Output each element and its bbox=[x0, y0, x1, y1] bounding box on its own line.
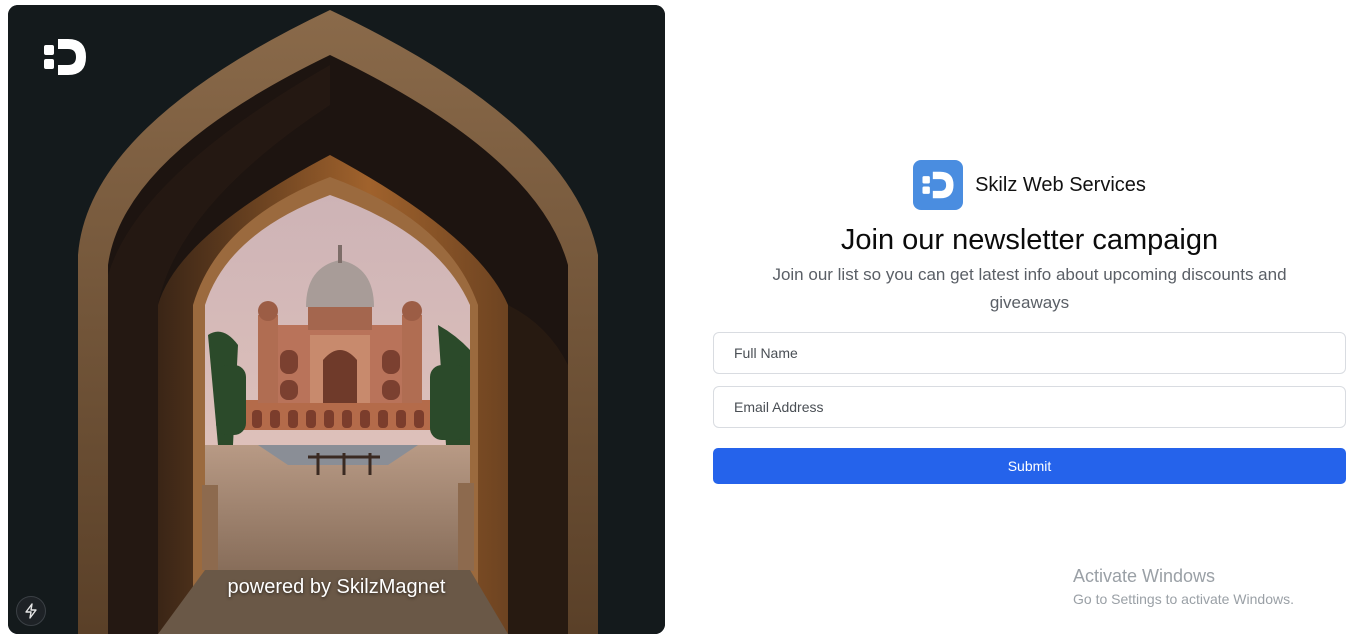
full-name-field[interactable] bbox=[713, 332, 1346, 374]
brand-logo-icon bbox=[913, 160, 964, 210]
submit-button[interactable]: Submit bbox=[713, 448, 1346, 484]
watermark-subtitle: Go to Settings to activate Windows. bbox=[1073, 591, 1294, 607]
page-title: Join our newsletter campaign bbox=[840, 224, 1219, 256]
powered-by-text: powered by SkilzMagnet bbox=[227, 576, 446, 598]
page-subtitle: Join our list so you can get latest info… bbox=[772, 265, 1287, 312]
newsletter-panel: Skilz Web Services Join our newsletter c… bbox=[713, 160, 1346, 484]
hero-photo bbox=[8, 5, 665, 634]
lightning-bolt-button[interactable] bbox=[16, 596, 46, 626]
brand-header: Skilz Web Services bbox=[713, 160, 1346, 210]
brand-name: Skilz Web Services bbox=[975, 173, 1146, 196]
lightning-bolt-icon bbox=[25, 603, 37, 619]
activate-windows-watermark: Activate Windows Go to Settings to activ… bbox=[1073, 566, 1294, 607]
watermark-title: Activate Windows bbox=[1073, 566, 1216, 586]
email-field[interactable] bbox=[713, 386, 1346, 428]
skilz-logo-icon bbox=[42, 37, 88, 77]
hero-image-panel: powered by SkilzMagnet bbox=[8, 5, 665, 634]
